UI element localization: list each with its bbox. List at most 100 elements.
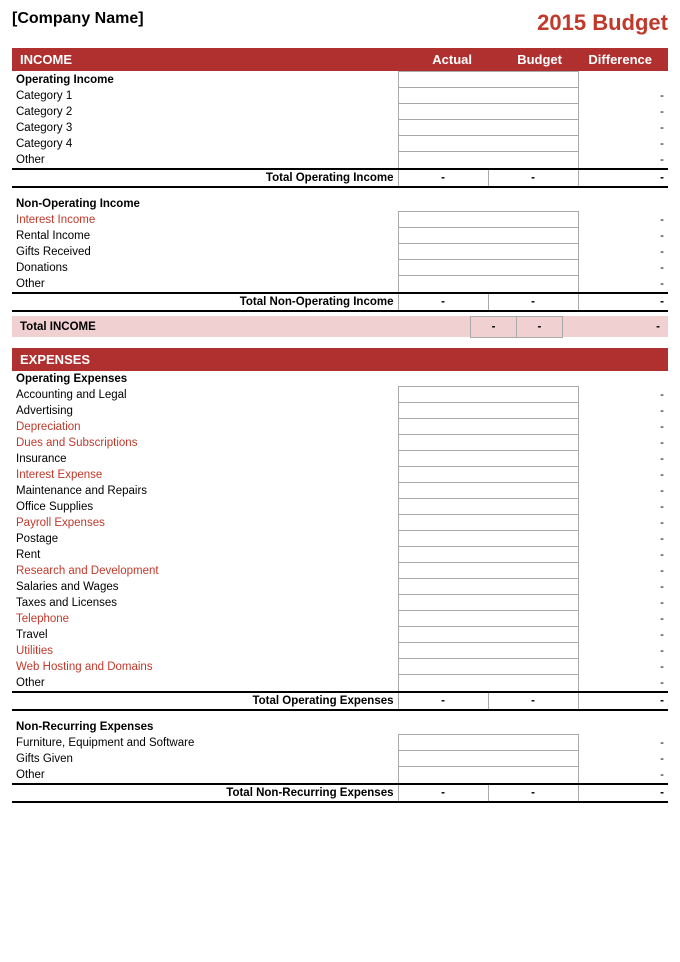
operating-expenses-header-row: Operating Expenses bbox=[12, 371, 668, 387]
grand-total-income-actual: - bbox=[471, 316, 517, 337]
diff-value: - bbox=[578, 451, 668, 467]
actual-input[interactable] bbox=[398, 244, 488, 260]
budget-input[interactable] bbox=[488, 88, 578, 104]
budget-input[interactable] bbox=[488, 675, 578, 692]
actual-input[interactable] bbox=[398, 751, 488, 767]
actual-input[interactable] bbox=[398, 675, 488, 692]
budget-input[interactable] bbox=[488, 611, 578, 627]
budget-input[interactable] bbox=[488, 547, 578, 563]
actual-input[interactable] bbox=[398, 403, 488, 419]
table-row: Other - bbox=[12, 675, 668, 692]
table-row: Depreciation - bbox=[12, 419, 668, 435]
diff-value: - bbox=[578, 515, 668, 531]
actual-input[interactable] bbox=[398, 276, 488, 293]
budget-input[interactable] bbox=[488, 627, 578, 643]
actual-input[interactable] bbox=[398, 579, 488, 595]
row-label: Other bbox=[12, 276, 398, 293]
actual-input[interactable] bbox=[398, 228, 488, 244]
budget-input[interactable] bbox=[488, 595, 578, 611]
oi-diff-spacer bbox=[578, 72, 668, 88]
table-row: Maintenance and Repairs - bbox=[12, 483, 668, 499]
actual-input[interactable] bbox=[398, 419, 488, 435]
diff-value: - bbox=[578, 120, 668, 136]
budget-input[interactable] bbox=[488, 260, 578, 276]
budget-input[interactable] bbox=[488, 767, 578, 784]
actual-input[interactable] bbox=[398, 120, 488, 136]
budget-input[interactable] bbox=[488, 403, 578, 419]
budget-input[interactable] bbox=[488, 435, 578, 451]
total-oe-actual: - bbox=[398, 692, 488, 710]
table-row: Salaries and Wages - bbox=[12, 579, 668, 595]
row-label: Insurance bbox=[12, 451, 398, 467]
budget-input[interactable] bbox=[488, 563, 578, 579]
diff-value: - bbox=[578, 627, 668, 643]
actual-input[interactable] bbox=[398, 767, 488, 784]
row-label: Maintenance and Repairs bbox=[12, 483, 398, 499]
diff-value: - bbox=[578, 104, 668, 120]
budget-input[interactable] bbox=[488, 387, 578, 403]
actual-input[interactable] bbox=[398, 260, 488, 276]
row-label: Other bbox=[12, 767, 398, 784]
actual-input[interactable] bbox=[398, 387, 488, 403]
table-row: Postage - bbox=[12, 531, 668, 547]
table-row: Research and Development - bbox=[12, 563, 668, 579]
diff-value: - bbox=[578, 563, 668, 579]
actual-input[interactable] bbox=[398, 152, 488, 169]
budget-input[interactable] bbox=[488, 212, 578, 228]
budget-input[interactable] bbox=[488, 659, 578, 675]
budget-input[interactable] bbox=[488, 244, 578, 260]
table-row: Web Hosting and Domains - bbox=[12, 659, 668, 675]
actual-input[interactable] bbox=[398, 451, 488, 467]
total-nre-diff: - bbox=[578, 784, 668, 802]
budget-input[interactable] bbox=[488, 467, 578, 483]
budget-input[interactable] bbox=[488, 531, 578, 547]
row-label: Taxes and Licenses bbox=[12, 595, 398, 611]
table-row: Other - bbox=[12, 152, 668, 169]
diff-value: - bbox=[578, 735, 668, 751]
row-label: Category 4 bbox=[12, 136, 398, 152]
actual-input[interactable] bbox=[398, 531, 488, 547]
budget-input[interactable] bbox=[488, 751, 578, 767]
actual-input[interactable] bbox=[398, 467, 488, 483]
income-label: INCOME bbox=[20, 52, 390, 67]
actual-input[interactable] bbox=[398, 611, 488, 627]
actual-input[interactable] bbox=[398, 104, 488, 120]
budget-input[interactable] bbox=[488, 136, 578, 152]
diff-value: - bbox=[578, 499, 668, 515]
actual-input[interactable] bbox=[398, 212, 488, 228]
budget-input[interactable] bbox=[488, 228, 578, 244]
actual-input[interactable] bbox=[398, 563, 488, 579]
budget-input[interactable] bbox=[488, 735, 578, 751]
table-row: Gifts Given - bbox=[12, 751, 668, 767]
actual-input[interactable] bbox=[398, 88, 488, 104]
actual-input[interactable] bbox=[398, 547, 488, 563]
budget-input[interactable] bbox=[488, 643, 578, 659]
budget-input[interactable] bbox=[488, 579, 578, 595]
budget-input[interactable] bbox=[488, 499, 578, 515]
row-label: Interest Expense bbox=[12, 467, 398, 483]
diff-value: - bbox=[578, 403, 668, 419]
diff-value: - bbox=[578, 244, 668, 260]
budget-input[interactable] bbox=[488, 120, 578, 136]
table-row: Category 4 - bbox=[12, 136, 668, 152]
actual-input[interactable] bbox=[398, 627, 488, 643]
diff-value: - bbox=[578, 531, 668, 547]
oi-actual-spacer bbox=[398, 72, 488, 88]
budget-input[interactable] bbox=[488, 152, 578, 169]
budget-input[interactable] bbox=[488, 419, 578, 435]
actual-input[interactable] bbox=[398, 735, 488, 751]
actual-input[interactable] bbox=[398, 499, 488, 515]
budget-input[interactable] bbox=[488, 451, 578, 467]
actual-input[interactable] bbox=[398, 659, 488, 675]
actual-input[interactable] bbox=[398, 643, 488, 659]
actual-input[interactable] bbox=[398, 435, 488, 451]
actual-input[interactable] bbox=[398, 483, 488, 499]
budget-input[interactable] bbox=[488, 515, 578, 531]
budget-input[interactable] bbox=[488, 483, 578, 499]
budget-input[interactable] bbox=[488, 104, 578, 120]
actual-input[interactable] bbox=[398, 515, 488, 531]
row-label: Other bbox=[12, 152, 398, 169]
budget-input[interactable] bbox=[488, 276, 578, 293]
actual-input[interactable] bbox=[398, 136, 488, 152]
actual-input[interactable] bbox=[398, 595, 488, 611]
